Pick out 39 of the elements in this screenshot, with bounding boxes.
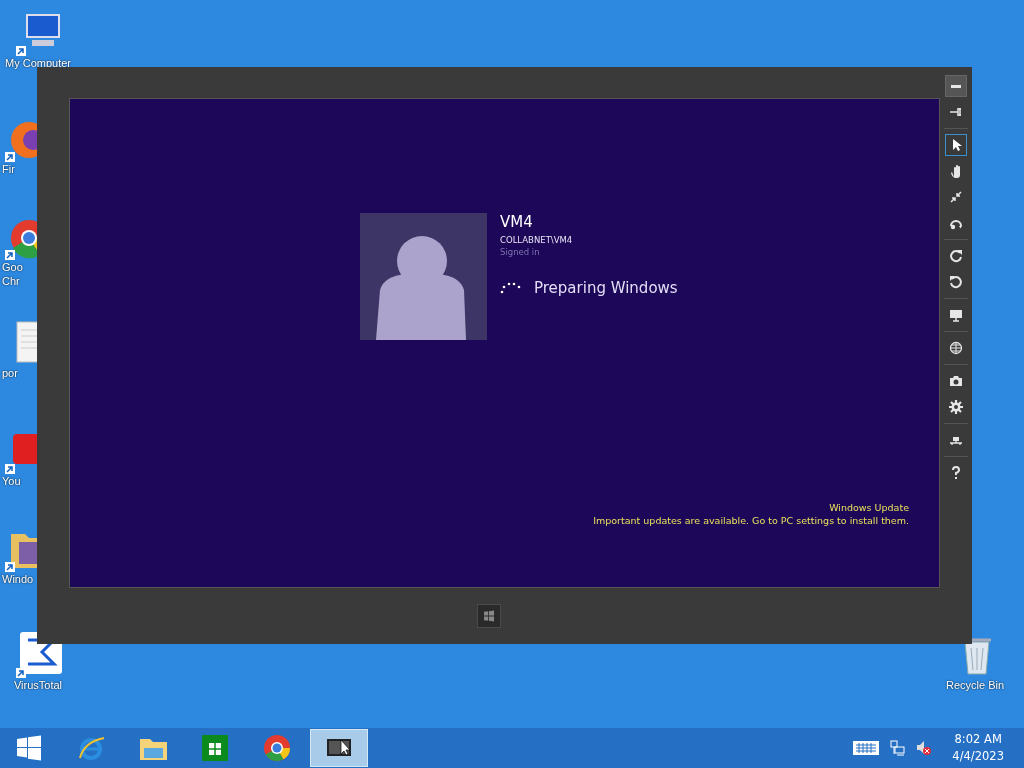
- pin-icon: [949, 105, 963, 119]
- windows-button[interactable]: [476, 604, 501, 628]
- icon-label[interactable]: Recycle Bin: [945, 678, 1005, 692]
- help-icon: [949, 466, 963, 480]
- notification-title: Windows Update: [829, 501, 909, 514]
- sign-in-status: Signed in: [500, 246, 541, 259]
- icon-label[interactable]: You: [2, 474, 21, 488]
- icon-label[interactable]: My Computer: [5, 56, 71, 70]
- rotate-icon: [949, 275, 963, 289]
- camera-icon: [949, 374, 963, 388]
- network-icon[interactable]: [890, 740, 907, 756]
- virtual-machine-button[interactable]: [310, 729, 368, 767]
- muted-speaker-icon[interactable]: [916, 740, 933, 756]
- spinner-icon: [500, 281, 522, 296]
- keyboard-icon[interactable]: [852, 740, 881, 756]
- clock-time[interactable]: 8:02 AM: [954, 731, 1002, 748]
- hand-icon: [949, 164, 963, 178]
- user-name: VM4: [500, 212, 534, 233]
- icon-label[interactable]: Fir: [2, 162, 15, 176]
- windows-logo-icon: [483, 610, 494, 622]
- clock-date[interactable]: 4/4/2023: [952, 748, 1004, 765]
- browser-icon: [263, 734, 291, 762]
- pointer-button[interactable]: [945, 134, 967, 156]
- notification-message: Important updates are available. Go to PC settings to install them.: [593, 514, 909, 527]
- monitor-icon: [949, 308, 963, 322]
- browser-icon: [77, 734, 105, 762]
- settings-icon: [949, 400, 963, 414]
- start-icon: [15, 734, 43, 762]
- icon-label[interactable]: Windo: [2, 572, 34, 586]
- arrows-icon: [949, 190, 963, 204]
- icon-label[interactable]: Goo Chr: [2, 260, 23, 288]
- globe-icon: [949, 341, 963, 355]
- icon-label[interactable]: VirusTotal: [13, 678, 63, 692]
- icon-label[interactable]: por: [2, 366, 18, 380]
- account-name: COLLABNET\VM4: [500, 233, 574, 247]
- status-message: Preparing Windows: [534, 278, 678, 299]
- store-icon: [201, 734, 229, 762]
- rotate-icon: [949, 249, 963, 263]
- minimize-button[interactable]: [945, 75, 967, 97]
